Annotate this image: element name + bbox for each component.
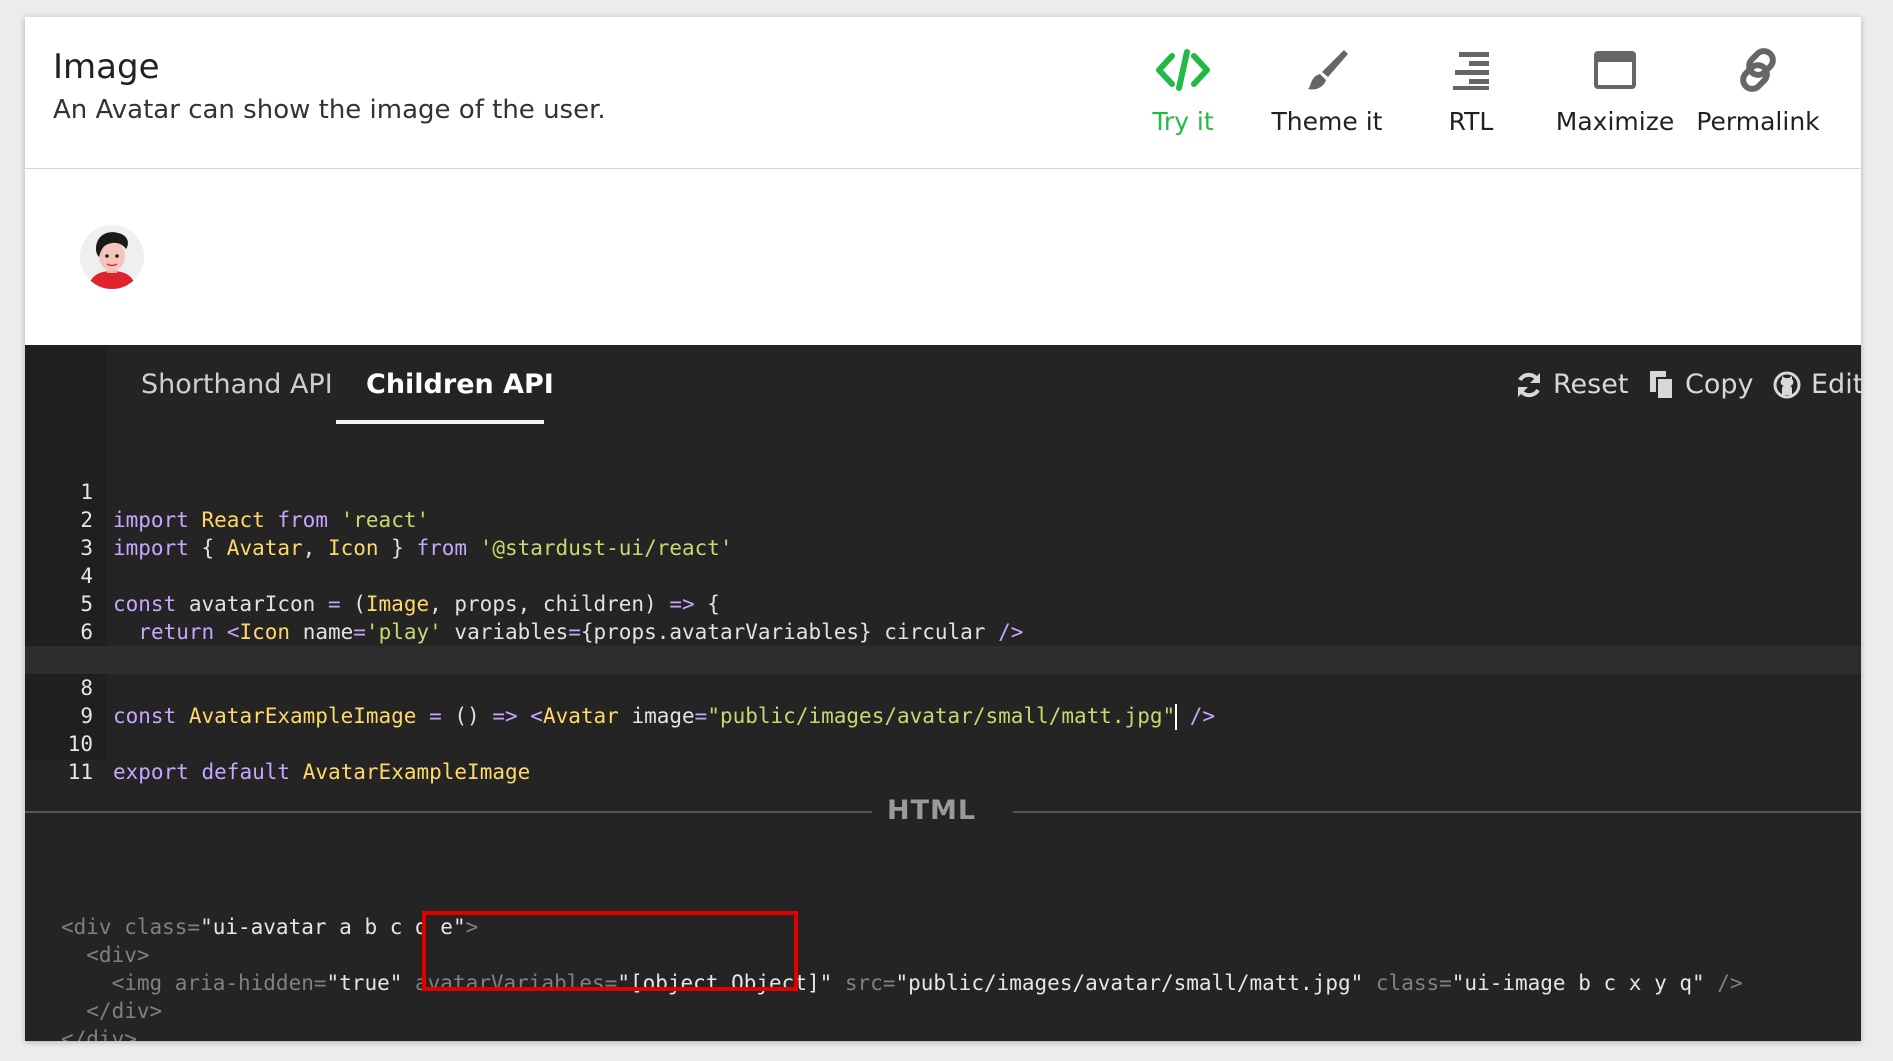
code-icon [1108, 47, 1258, 93]
code-line: 10 export default AvatarExampleImage [25, 702, 1861, 784]
api-tabs: Shorthand API Children API Reset Copy Ed… [25, 345, 1861, 425]
example-card: Image An Avatar can show the image of th… [25, 17, 1861, 1041]
code-line: 6 } [25, 590, 1861, 672]
refresh-icon [1518, 372, 1540, 397]
theme-it-button[interactable]: Theme it [1252, 47, 1402, 136]
code-line-text: export default AvatarExampleImage [113, 760, 531, 784]
maximize-button[interactable]: Maximize [1540, 47, 1690, 136]
code-line: 2 import { Avatar, Icon } from '@stardus… [25, 478, 1861, 560]
edit-button[interactable]: Edit [1773, 369, 1861, 400]
code-lines[interactable]: 1 import React from 'react' 2 import { A… [25, 450, 1861, 784]
html-line: </div> [25, 997, 1861, 1041]
html-line: </div> [25, 969, 1861, 1023]
theme-it-label: Theme it [1271, 107, 1383, 136]
rendered-html-code: <div class="ui-avatar a b c d e"> <div> … [25, 885, 1861, 1041]
code-line: 5 return <Icon name='play' variables={pr… [25, 562, 1861, 644]
html-divider-right [1013, 811, 1861, 813]
try-it-button[interactable]: Try it [1108, 47, 1258, 136]
html-line: <div> [25, 913, 1861, 967]
example-title: Image [53, 47, 160, 87]
example-header: Image An Avatar can show the image of th… [25, 17, 1861, 169]
reset-label: Reset [1553, 369, 1629, 400]
github-icon [1773, 371, 1801, 398]
code-line: 7 [25, 618, 1861, 672]
paint-brush-icon [1252, 47, 1402, 93]
highlight-annotation-box [422, 911, 798, 991]
tab-children-api[interactable]: Children API [366, 369, 554, 400]
html-line: <div class="ui-avatar a b c d e"> [25, 885, 1861, 939]
permalink-button[interactable]: Permalink [1683, 47, 1833, 136]
example-description: An Avatar can show the image of the user… [53, 95, 606, 125]
align-right-icon [1396, 47, 1546, 93]
code-line: 4 const avatarIcon = (Image, props, chil… [25, 534, 1861, 616]
html-line: <img aria-hidden="true" avatarVariables=… [25, 941, 1861, 995]
code-line: 1 import React from 'react' [25, 450, 1861, 532]
copy-icon [1650, 370, 1674, 400]
html-line-text: </div> [61, 1027, 137, 1041]
copy-label: Copy [1685, 369, 1754, 400]
code-line: 9 [25, 674, 1861, 728]
avatar [80, 225, 144, 289]
maximize-label: Maximize [1555, 107, 1675, 136]
html-section-label: HTML [887, 795, 977, 826]
code-line: 11 [25, 730, 1861, 784]
rtl-button[interactable]: RTL [1396, 47, 1546, 136]
example-preview [25, 169, 1861, 344]
line-number: 11 [67, 760, 93, 784]
rtl-label: RTL [1448, 107, 1494, 136]
try-it-label: Try it [1152, 107, 1214, 136]
edit-label: Edit [1811, 369, 1861, 400]
tab-shorthand-api[interactable]: Shorthand API [141, 369, 333, 400]
reset-button[interactable]: Reset [1515, 369, 1628, 400]
code-line-highlighted: 8 const AvatarExampleImage = () => <Avat… [25, 646, 1861, 730]
window-maximize-icon [1540, 47, 1690, 93]
link-icon [1683, 47, 1833, 93]
copy-button[interactable]: Copy [1649, 369, 1754, 400]
code-line: 3 [25, 506, 1861, 560]
permalink-label: Permalink [1696, 107, 1820, 136]
active-tab-indicator [336, 420, 544, 424]
code-editor: Shorthand API Children API Reset Copy Ed… [25, 345, 1861, 1041]
html-divider-left [25, 811, 872, 813]
